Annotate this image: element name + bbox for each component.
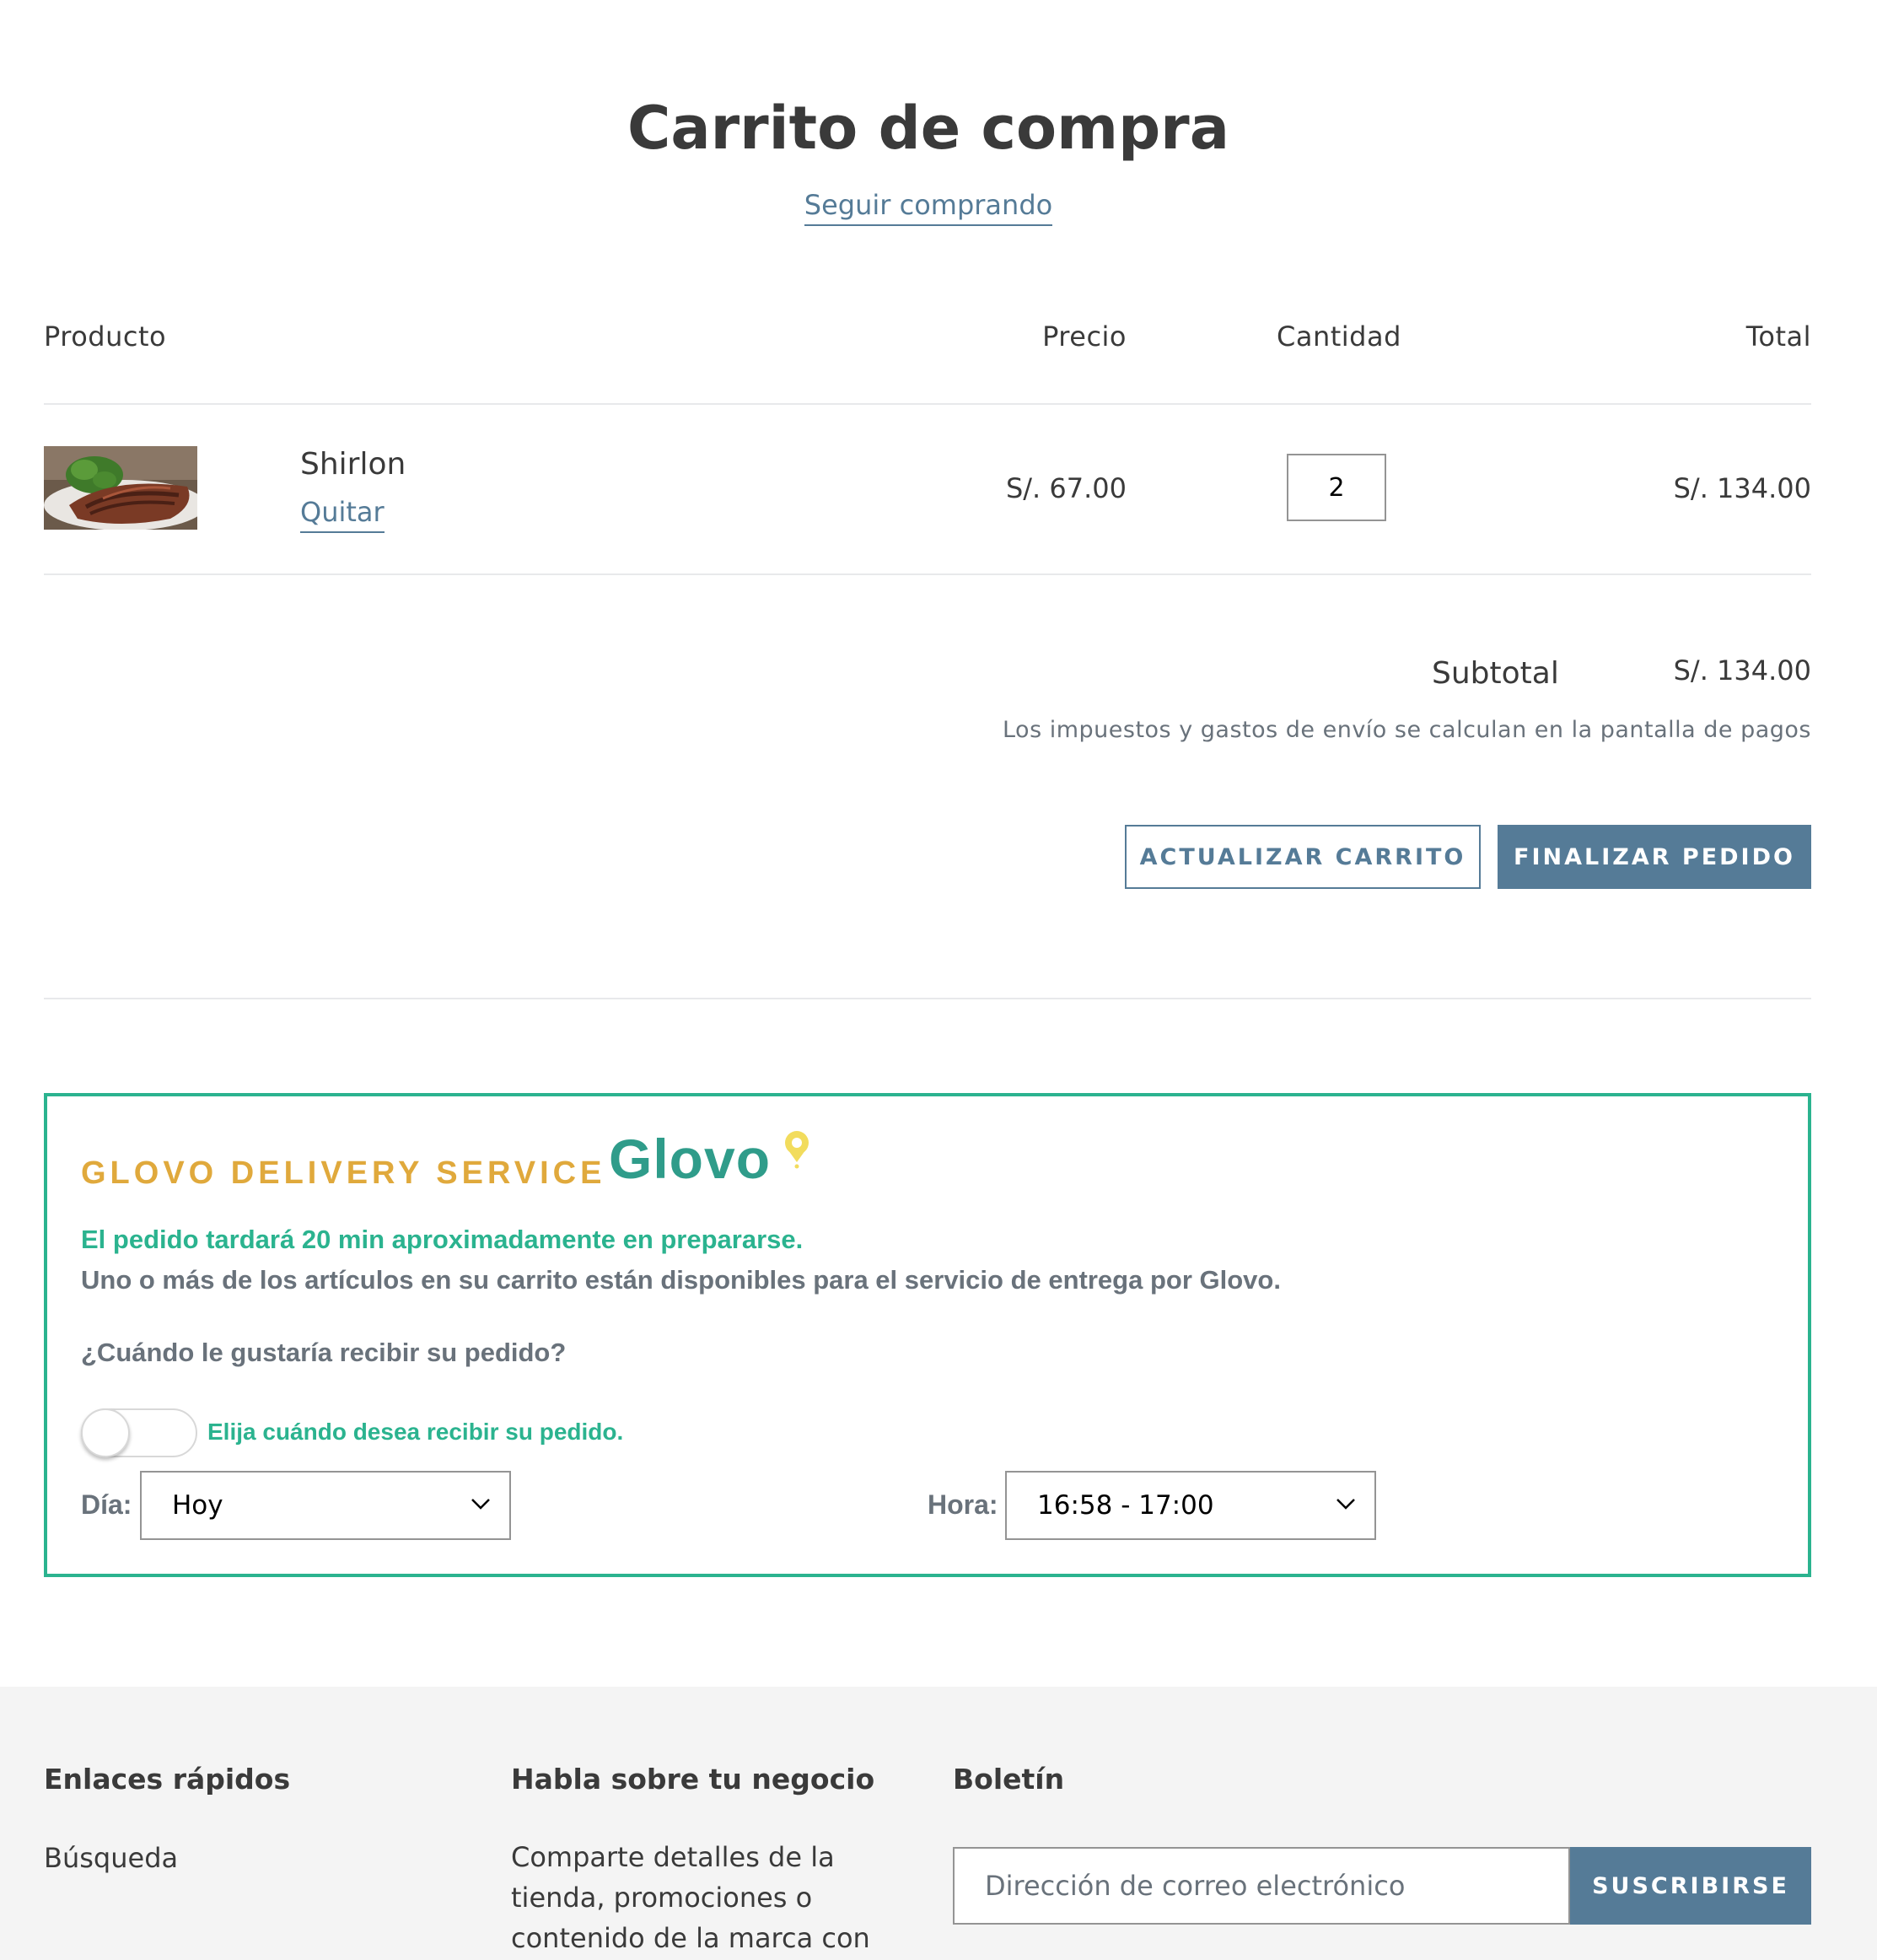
- divider: [44, 573, 1811, 575]
- continue-shopping-link-wrap: Seguir comprando: [0, 189, 1857, 226]
- chevron-down-icon: [471, 1499, 490, 1510]
- footer-business-text: Comparte detalles de la tienda, promocio…: [511, 1841, 870, 1954]
- preparation-time-note: El pedido tardará 20 min aproximadamente…: [81, 1225, 804, 1254]
- header-product: Producto: [44, 320, 167, 353]
- glovo-logo: Glovo: [609, 1128, 772, 1190]
- update-cart-button[interactable]: ACTUALIZAR CARRITO: [1125, 825, 1481, 889]
- divider: [44, 403, 1811, 405]
- remove-item-link[interactable]: Quitar: [300, 496, 385, 533]
- day-select[interactable]: Hoy: [140, 1471, 511, 1540]
- chevron-down-icon: [1336, 1499, 1355, 1510]
- toggle-label: Elija cuándo desea recibir su pedido.: [207, 1419, 624, 1445]
- newsletter-email-input[interactable]: Dirección de correo electrónico: [953, 1847, 1570, 1925]
- toggle-knob: [81, 1408, 130, 1457]
- continue-shopping-link[interactable]: Seguir comprando: [804, 189, 1053, 226]
- subscribe-button[interactable]: SUSCRIBIRSE: [1570, 1847, 1811, 1925]
- time-label: Hora:: [928, 1489, 998, 1520]
- divider: [44, 998, 1811, 999]
- time-select[interactable]: 16:58 - 17:00: [1005, 1471, 1376, 1540]
- day-select-value: Hoy: [172, 1490, 223, 1521]
- footer-quick-links-heading: Enlaces rápidos: [44, 1763, 291, 1796]
- item-price: S/. 67.00: [1005, 472, 1127, 504]
- availability-note: Uno o más de los artículos en su carrito…: [81, 1265, 1281, 1295]
- time-select-value: 16:58 - 17:00: [1037, 1490, 1214, 1521]
- footer-link-search[interactable]: Búsqueda: [44, 1842, 178, 1874]
- header-total: Total: [1745, 320, 1811, 353]
- location-pin-icon: [781, 1128, 813, 1169]
- delivery-time-question: ¿Cuándo le gustaría recibir su pedido?: [81, 1338, 567, 1367]
- quantity-input[interactable]: [1287, 454, 1386, 521]
- checkout-button[interactable]: FINALIZAR PEDIDO: [1498, 825, 1811, 889]
- footer-business-heading: Habla sobre tu negocio: [511, 1763, 875, 1796]
- subtotal-value: S/. 134.00: [1673, 654, 1811, 687]
- header-quantity: Cantidad: [1277, 320, 1401, 353]
- day-label: Día:: [81, 1489, 132, 1520]
- page-title: Carrito de compra: [627, 94, 1229, 163]
- subtotal-label: Subtotal: [1432, 656, 1559, 691]
- product-image[interactable]: [44, 446, 197, 530]
- header-price: Precio: [1042, 320, 1127, 353]
- footer-newsletter-heading: Boletín: [953, 1763, 1065, 1796]
- glovo-title: GLOVO DELIVERY SERVICE: [81, 1155, 606, 1191]
- remove-link-wrap: Quitar: [300, 496, 385, 533]
- tax-note: Los impuestos y gastos de envío se calcu…: [1002, 717, 1811, 743]
- product-name[interactable]: Shirlon: [300, 447, 406, 482]
- item-total: S/. 134.00: [1673, 472, 1811, 504]
- schedule-toggle[interactable]: [81, 1408, 197, 1457]
